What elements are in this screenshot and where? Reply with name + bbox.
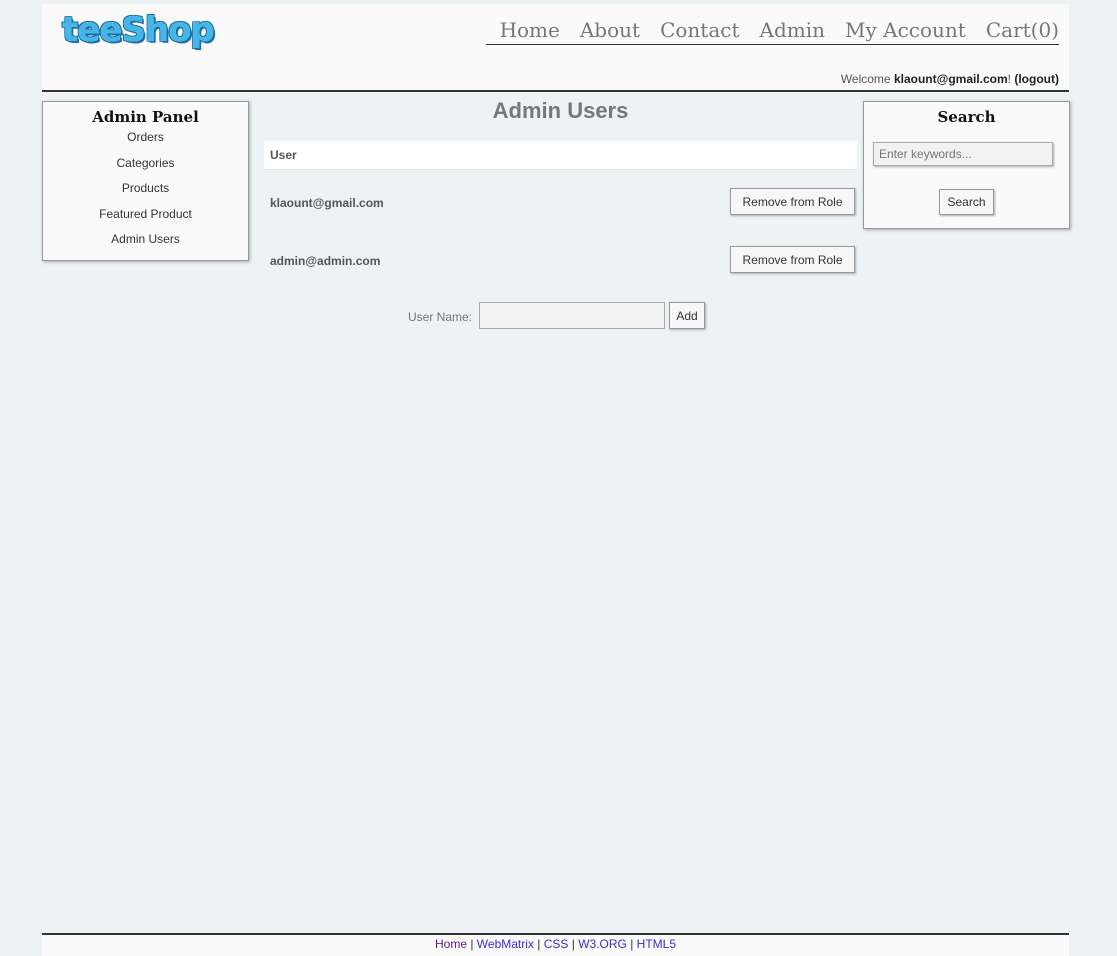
site-footer: Home | WebMatrix | CSS | W3.ORG | HTML5 (42, 933, 1069, 956)
nav-about[interactable]: About (580, 18, 640, 42)
welcome-prefix: Welcome (840, 72, 894, 86)
admin-menu-categories[interactable]: Categories (43, 156, 248, 182)
search-panel: Search Search (863, 101, 1070, 229)
footer-separator: | (626, 937, 637, 951)
admin-menu-featured-product[interactable]: Featured Product (43, 207, 248, 233)
footer-link-css[interactable]: CSS (544, 937, 569, 951)
users-column-header: User (264, 141, 857, 170)
footer-link-w3org[interactable]: W3.ORG (578, 937, 627, 951)
search-input[interactable] (873, 142, 1053, 166)
user-name-label: User Name: (408, 310, 473, 324)
admin-panel: Admin Panel Orders Categories Products F… (42, 101, 249, 261)
footer-link-webmatrix[interactable]: WebMatrix (477, 937, 534, 951)
page: teeShop Home About Contact Admin My Acco… (42, 4, 1070, 956)
admin-menu: Orders Categories Products Featured Prod… (43, 130, 248, 258)
logout-link[interactable]: (logout) (1014, 72, 1059, 86)
nav-contact[interactable]: Contact (660, 18, 739, 42)
footer-link-html5[interactable]: HTML5 (637, 937, 676, 951)
nav-my-account[interactable]: My Account (845, 18, 966, 42)
user-email: admin@admin.com (270, 254, 381, 268)
footer-separator: | (533, 937, 544, 951)
user-email: klaount@gmail.com (270, 196, 384, 210)
admin-menu-orders[interactable]: Orders (43, 130, 248, 156)
admin-menu-admin-users[interactable]: Admin Users (43, 232, 248, 258)
remove-from-role-button[interactable]: Remove from Role (730, 188, 855, 215)
search-panel-title: Search (937, 108, 996, 126)
add-user-button[interactable]: Add (669, 302, 705, 329)
page-title: Admin Users (492, 98, 629, 123)
welcome-user: klaount@gmail.com (893, 72, 1008, 86)
user-name-input[interactable] (479, 302, 665, 329)
nav-home[interactable]: Home (500, 18, 560, 42)
welcome-message: Welcome klaount@gmail.com! (logout) (841, 72, 1059, 86)
user-row: admin@admin.com Remove from Role (264, 246, 857, 276)
nav-cart[interactable]: Cart(0) (986, 18, 1059, 42)
footer-separator: | (467, 937, 477, 951)
search-button[interactable]: Search (939, 189, 994, 215)
site-header: teeShop Home About Contact Admin My Acco… (42, 4, 1069, 92)
nav-admin[interactable]: Admin (760, 18, 826, 42)
main-nav: Home About Contact Admin My Account Cart… (485, 18, 1059, 45)
admin-panel-title: Admin Panel (92, 108, 199, 126)
site-logo[interactable]: teeShop (62, 10, 215, 50)
remove-from-role-button[interactable]: Remove from Role (730, 246, 855, 273)
user-row: klaount@gmail.com Remove from Role (264, 188, 857, 218)
admin-menu-products[interactable]: Products (43, 181, 248, 207)
footer-separator: | (568, 937, 579, 951)
footer-link-home[interactable]: Home (435, 937, 467, 951)
